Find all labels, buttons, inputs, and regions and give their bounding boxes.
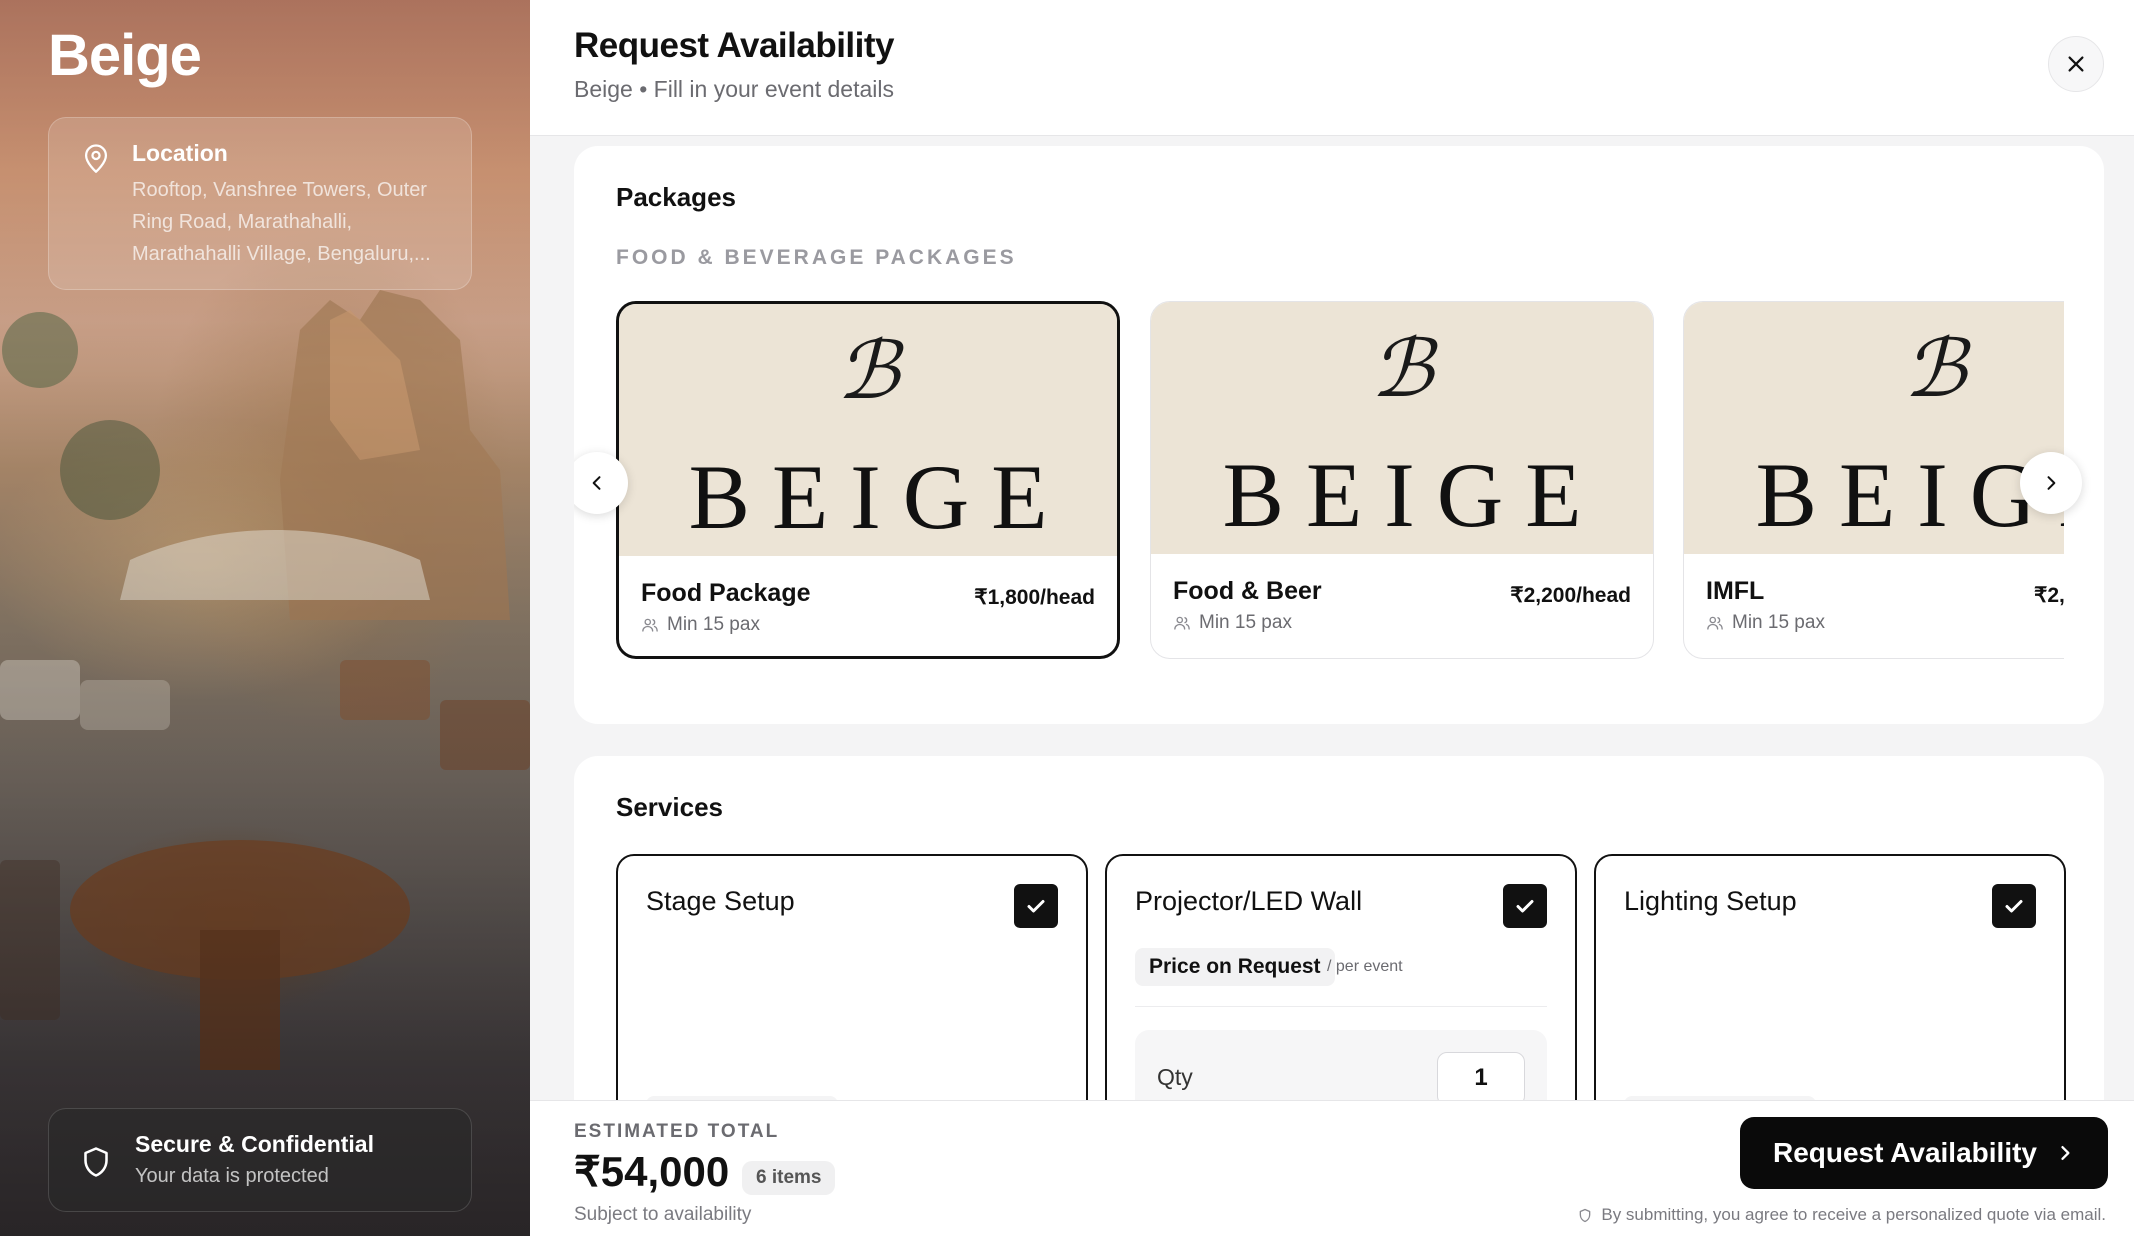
price-on-request-badge: Price on Request [1135,948,1335,986]
packages-title: Packages [616,182,736,212]
people-icon [1707,616,1723,630]
service-name: Lighting Setup [1624,886,1797,916]
page-title: Request Availability [574,26,895,65]
items-count-badge: 6 items [742,1161,836,1195]
request-form: Request Availability Beige • Fill in you… [530,0,2134,1236]
carousel-next-button[interactable] [2020,452,2082,514]
package-image: ℬ BEIGE [1151,302,1653,554]
package-min-pax: Min 15 pax [1706,612,1825,634]
close-button[interactable] [2048,36,2104,92]
package-image-wordmark: BEIGE [1222,444,1604,546]
package-image: ℬ BEIGE [1684,302,2064,554]
shield-icon [84,1147,108,1177]
package-card[interactable]: ℬ BEIGE Food Package ₹1,800/head Min 15 … [616,301,1120,659]
estimated-total-label: ESTIMATED TOTAL [574,1121,780,1142]
service-name: Stage Setup [646,886,795,916]
service-name: Projector/LED Wall [1135,886,1363,916]
package-min-pax: Min 15 pax [1173,612,1292,634]
package-min-text: Min 15 pax [667,614,760,635]
disclaimer-text: By submitting, you agree to receive a pe… [1601,1205,2106,1224]
secure-title: Secure & Confidential [135,1131,374,1157]
venue-sidebar: Beige Location Rooftop, Vanshree Towers,… [0,0,530,1236]
check-icon [1516,900,1534,913]
service-divider [1135,1006,1547,1007]
page-subtitle: Beige • Fill in your event details [574,76,894,102]
package-price: ₹1,800/head [974,586,1095,609]
form-header: Request Availability Beige • Fill in you… [530,0,2134,136]
package-image: ℬ BEIGE [619,304,1117,556]
close-icon [2068,56,2084,72]
services-title: Services [616,792,723,822]
venue-brand: Beige [48,23,202,88]
secure-card: Secure & Confidential Your data is prote… [48,1108,472,1212]
service-checkbox[interactable] [1503,884,1547,928]
quantity-input[interactable]: 1 [1437,1052,1525,1106]
location-card: Location Rooftop, Vanshree Towers, Outer… [48,117,472,290]
check-icon [1027,900,1045,913]
request-availability-button[interactable]: Request Availability [1740,1117,2108,1189]
package-price: ₹2,200/head [1510,584,1631,607]
packages-carousel: ℬ BEIGE Food Package ₹1,800/head Min 15 … [616,301,2064,661]
package-name: Food Package [641,579,811,607]
secure-subtitle: Your data is protected [135,1165,329,1187]
location-pin-icon [84,144,108,173]
package-image-monogram: ℬ [1370,322,1434,415]
check-icon [2005,900,2023,913]
package-image-monogram: ℬ [836,324,900,417]
package-image-wordmark: BEIGE [1755,444,2064,546]
summary-footer: ESTIMATED TOTAL ₹54,000 6 items Subject … [530,1100,2134,1236]
package-name: IMFL [1706,577,1765,605]
package-image-wordmark: BEIGE [688,446,1070,548]
package-min-pax: Min 15 pax [641,614,760,636]
people-icon [642,618,658,632]
package-min-text: Min 15 pax [1732,612,1825,633]
package-image-monogram: ℬ [1903,322,1967,415]
packages-section: Packages FOOD & BEVERAGE PACKAGES ℬ BEIG… [574,146,2104,724]
location-title: Location [132,140,228,166]
service-checkbox[interactable] [1992,884,2036,928]
request-button-label: Request Availability [1772,1137,2037,1168]
package-price: ₹2, [2034,584,2064,607]
package-min-text: Min 15 pax [1199,612,1292,633]
package-name: Food & Beer [1173,577,1322,605]
people-icon [1174,616,1190,630]
package-card[interactable]: ℬ BEIGE IMFL ₹2, Min 15 pax [1683,301,2064,659]
chevron-right-icon [2061,1146,2070,1160]
packages-subheading: FOOD & BEVERAGE PACKAGES [616,246,1017,269]
quantity-label: Qty [1157,1064,1193,1090]
chevron-left-icon [592,476,601,490]
chevron-right-icon [2047,476,2056,490]
shield-icon [1580,1208,1591,1222]
package-card[interactable]: ℬ BEIGE Food & Beer ₹2,200/head Min 15 p… [1150,301,1654,659]
estimated-total-value: ₹54,000 [574,1148,730,1195]
price-unit: / per event [1327,958,1403,975]
service-checkbox[interactable] [1014,884,1058,928]
location-address: Rooftop, Vanshree Towers, Outer Ring Roa… [132,179,431,265]
submit-disclaimer: By submitting, you agree to receive a pe… [1577,1205,2106,1225]
availability-note: Subject to availability [574,1204,752,1225]
